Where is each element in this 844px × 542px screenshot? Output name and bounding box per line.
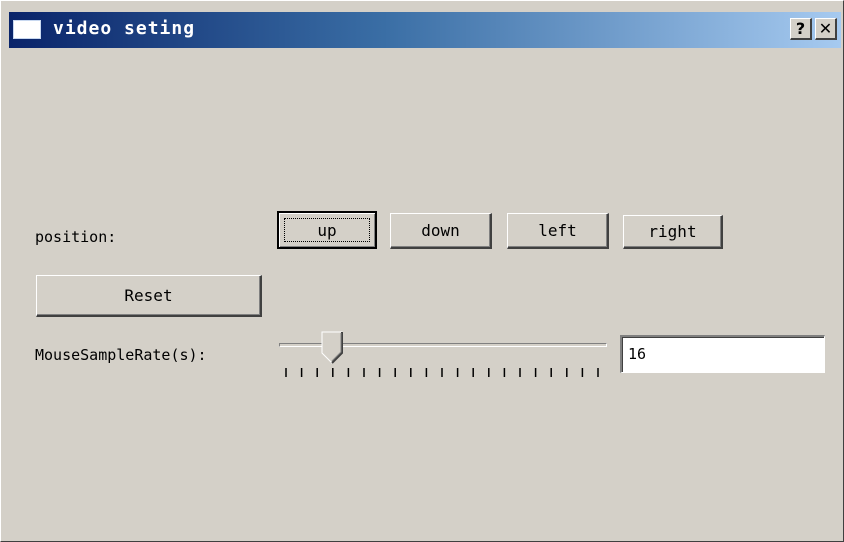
down-button-label: down	[421, 221, 460, 240]
slider-thumb[interactable]	[321, 331, 347, 365]
slider-ticks	[285, 368, 599, 377]
window-title: video seting	[53, 18, 196, 39]
left-button[interactable]: left	[507, 213, 609, 249]
reset-button[interactable]: Reset	[36, 275, 262, 317]
title-bar[interactable]: video seting ? ✕	[9, 12, 841, 48]
up-button-label: up	[317, 220, 337, 240]
close-button[interactable]: ✕	[815, 18, 837, 40]
left-button-label: left	[538, 221, 577, 240]
window-icon	[13, 20, 41, 39]
position-label: position:	[35, 228, 117, 246]
video-setting-dialog: video seting ? ✕ position: up down left …	[0, 0, 844, 542]
reset-button-label: Reset	[124, 286, 173, 305]
up-button[interactable]: up	[277, 211, 377, 249]
right-button[interactable]: right	[623, 215, 723, 249]
help-button[interactable]: ?	[790, 18, 812, 40]
sample-rate-input[interactable]: 16	[620, 335, 825, 373]
down-button[interactable]: down	[390, 213, 492, 249]
right-button-label: right	[648, 222, 697, 241]
mouse-sample-rate-label: MouseSampleRate(s):	[35, 346, 207, 364]
